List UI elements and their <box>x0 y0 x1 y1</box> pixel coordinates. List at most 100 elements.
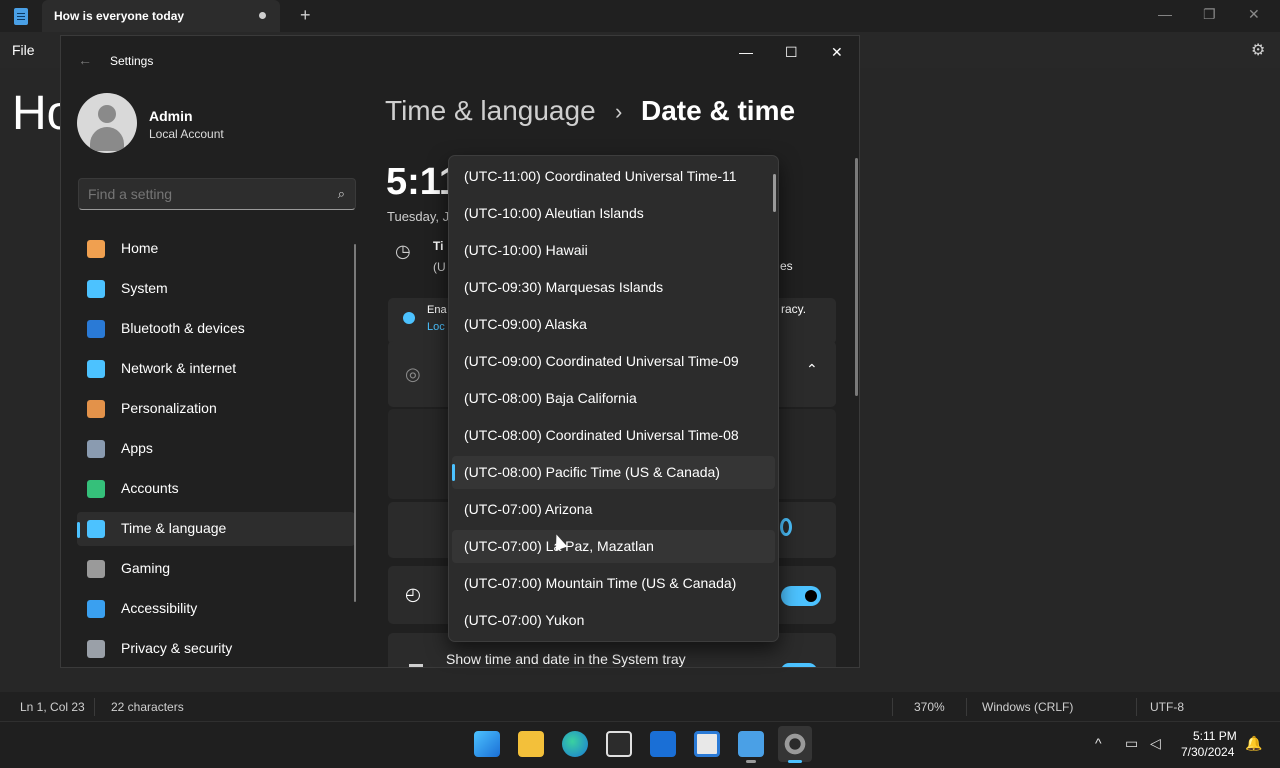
sidebar-item-label: Time & language <box>121 520 227 536</box>
timezone-option[interactable]: (UTC-10:00) Hawaii <box>452 234 775 267</box>
close-icon[interactable]: ✕ <box>831 44 843 61</box>
timezone-title: Ti <box>433 239 444 253</box>
whiteboard-icon[interactable] <box>694 731 720 757</box>
start-icon[interactable] <box>474 731 500 757</box>
back-arrow-icon[interactable]: ← <box>78 52 92 68</box>
sidebar-item-label: Gaming <box>121 560 171 576</box>
search-icon[interactable]: ⌕ <box>338 186 345 202</box>
notepad-app-icon <box>14 8 28 25</box>
info-text-line1: Ena <box>427 304 447 316</box>
shield-icon <box>87 640 105 658</box>
info-icon <box>403 312 415 324</box>
status-divider <box>966 698 967 716</box>
dropdown-scrollbar[interactable] <box>773 174 776 212</box>
notepad-taskbar-icon[interactable] <box>738 731 764 757</box>
sidebar-item[interactable]: Accounts <box>77 472 355 506</box>
nav-scrollbar[interactable] <box>354 244 356 602</box>
timezone-globe-icon: ◷ <box>395 241 411 261</box>
timezone-option-label: (UTC-07:00) Mountain Time (US & Canada) <box>464 575 737 591</box>
timezone-option[interactable]: (UTC-07:00) Arizona <box>452 493 775 526</box>
avatar[interactable] <box>77 93 137 153</box>
timezone-right-text: es <box>780 259 793 273</box>
search-box[interactable]: ⌕ <box>78 178 356 210</box>
toggle-partial[interactable] <box>781 663 817 667</box>
timezone-option[interactable]: (UTC-08:00) Baja California <box>452 382 775 415</box>
status-zoom[interactable]: 370% <box>914 700 945 714</box>
minimize-icon[interactable]: — <box>739 44 753 60</box>
timezone-option-label: (UTC-09:30) Marquesas Islands <box>464 279 664 295</box>
chevron-right-icon: › <box>615 99 623 124</box>
timezone-option-label: (UTC-09:00) Coordinated Universal Time-0… <box>464 353 739 369</box>
page-title: Date & time <box>641 95 796 126</box>
notification-bell-icon[interactable]: 🔔 <box>1245 735 1262 752</box>
close-icon[interactable]: ✕ <box>1248 6 1260 23</box>
user-account-type: Local Account <box>149 127 224 141</box>
search-input[interactable] <box>88 186 318 202</box>
gear-icon[interactable]: ⚙ <box>1251 40 1265 60</box>
edge-icon[interactable] <box>562 731 588 757</box>
volume-icon[interactable]: ◁ <box>1150 735 1161 752</box>
time-language-icon <box>87 520 105 538</box>
status-line-ending[interactable]: Windows (CRLF) <box>982 700 1073 714</box>
timezone-option-label: (UTC-08:00) Baja California <box>464 390 637 406</box>
timezone-subtitle: (U <box>433 260 446 274</box>
sidebar-item-label: Network & internet <box>121 360 237 376</box>
timezone-dropdown[interactable]: (UTC-11:00) Coordinated Universal Time-1… <box>448 155 779 642</box>
timezone-option[interactable]: (UTC-09:00) Coordinated Universal Time-0… <box>452 345 775 378</box>
new-tab-icon[interactable]: + <box>300 5 311 26</box>
timezone-option[interactable]: (UTC-07:00) La Paz, Mazatlan <box>452 530 775 563</box>
sidebar-item[interactable]: Bluetooth & devices <box>77 312 355 346</box>
toggle-on[interactable] <box>781 586 821 606</box>
timezone-option[interactable]: (UTC-09:30) Marquesas Islands <box>452 271 775 304</box>
system-icon <box>87 280 105 298</box>
chevron-up-icon[interactable]: ⌃ <box>806 361 818 378</box>
tray-setting-label: Show time and date in the System tray <box>446 651 686 667</box>
timezone-option[interactable]: (UTC-09:00) Alaska <box>452 308 775 341</box>
status-encoding[interactable]: UTF-8 <box>1150 700 1184 714</box>
sidebar-item[interactable]: Time & language <box>77 512 355 546</box>
network-icon[interactable]: ▭ <box>1125 735 1138 752</box>
timezone-option-label: (UTC-10:00) Hawaii <box>464 242 588 258</box>
store-icon[interactable] <box>606 731 632 757</box>
file-menu[interactable]: File <box>12 42 35 58</box>
sidebar-item[interactable]: System <box>77 272 355 306</box>
accounts-icon <box>87 480 105 498</box>
status-divider <box>94 698 95 716</box>
sidebar-item-label: Personalization <box>121 400 217 416</box>
outlook-icon[interactable] <box>650 731 676 757</box>
brush-icon <box>87 400 105 418</box>
timezone-option[interactable]: (UTC-10:00) Aleutian Islands <box>452 197 775 230</box>
sidebar-item[interactable]: Personalization <box>77 392 355 426</box>
content-scrollbar[interactable] <box>855 158 858 396</box>
file-explorer-icon[interactable] <box>518 731 544 757</box>
toggle-partial[interactable] <box>780 518 792 536</box>
timezone-option[interactable]: (UTC-07:00) Mountain Time (US & Canada) <box>452 567 775 600</box>
sidebar-item[interactable]: Gaming <box>77 552 355 586</box>
running-indicator <box>746 760 756 763</box>
timezone-option-label: (UTC-08:00) Pacific Time (US & Canada) <box>464 464 720 480</box>
timezone-option[interactable]: (UTC-07:00) Yukon <box>452 604 775 637</box>
sidebar-item[interactable]: Home <box>77 232 355 266</box>
unsaved-dot-icon[interactable] <box>259 12 266 19</box>
apps-icon <box>87 440 105 458</box>
breadcrumb-parent[interactable]: Time & language <box>385 95 596 127</box>
sidebar-item[interactable]: Accessibility <box>77 592 355 626</box>
settings-window-title: Settings <box>110 54 154 68</box>
taskbar-time[interactable]: 5:11 PM <box>1193 729 1237 743</box>
timezone-option[interactable]: (UTC-08:00) Pacific Time (US & Canada) <box>452 456 775 489</box>
sidebar-item[interactable]: Apps <box>77 432 355 466</box>
maximize-icon[interactable]: ☐ <box>785 44 798 61</box>
minimize-icon[interactable]: — <box>1158 6 1172 22</box>
sidebar-item[interactable]: Privacy & security <box>77 632 355 666</box>
taskbar-date[interactable]: 7/30/2024 <box>1181 745 1234 759</box>
bluetooth-icon <box>87 320 105 338</box>
gaming-icon <box>87 560 105 578</box>
timezone-option-label: (UTC-11:00) Coordinated Universal Time-1… <box>464 168 737 184</box>
restore-icon[interactable]: ❐ <box>1203 6 1216 23</box>
timezone-option[interactable]: (UTC-11:00) Coordinated Universal Time-1… <box>452 160 775 193</box>
timezone-sync-icon: ◎ <box>405 364 421 384</box>
sidebar-item[interactable]: Network & internet <box>77 352 355 386</box>
chevron-up-icon[interactable]: ^ <box>1095 735 1102 751</box>
timezone-option[interactable]: (UTC-08:00) Coordinated Universal Time-0… <box>452 419 775 452</box>
info-link[interactable]: Loc <box>427 321 445 333</box>
